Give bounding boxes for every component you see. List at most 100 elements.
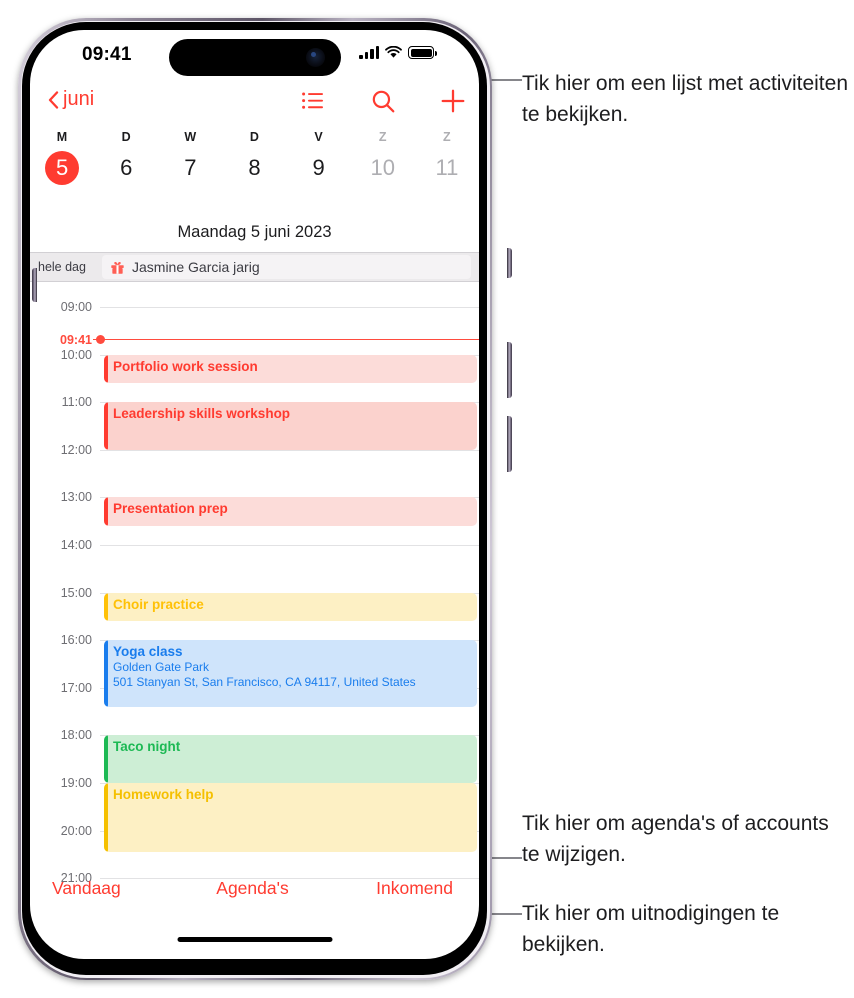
event-color-bar (104, 497, 108, 526)
event-title: Yoga class (113, 644, 183, 660)
cellular-bars-icon (359, 46, 379, 59)
event-color-bar (104, 354, 108, 384)
hour-label: 11:00 (61, 395, 92, 410)
all-day-row: hele dag Jasmine Garcia jarig (30, 252, 479, 282)
hour-label: 13:00 (60, 490, 92, 505)
navbar-actions (299, 87, 467, 115)
chevron-left-icon (48, 90, 59, 109)
week-day-cell-7[interactable]: W7 (158, 130, 222, 185)
screenshot-root: 09:41 juni M 5 D 6 W 7 D 8 V 9 Z 10 Z 11… (0, 0, 854, 998)
silent-switch[interactable] (32, 268, 37, 302)
phone-screen: 09:41 juni M 5 D 6 W 7 D 8 V 9 Z 10 Z 11… (30, 30, 479, 959)
hour-label: 15:00 (60, 585, 92, 600)
hour-label: 14:00 (60, 538, 92, 552)
event-color-bar (104, 783, 108, 853)
home-indicator[interactable] (177, 936, 332, 942)
list-view-icon[interactable] (299, 87, 327, 115)
current-time-line (100, 338, 479, 341)
volume-down-button[interactable] (507, 416, 512, 472)
calendar-event[interactable]: Homework help (104, 783, 477, 853)
week-day-letter: D (121, 130, 131, 144)
wifi-icon (385, 45, 402, 59)
week-day-letter: Z (442, 130, 451, 144)
current-time-tick (93, 338, 99, 341)
hour-label: 12:00 (60, 442, 92, 457)
event-color-bar (104, 735, 108, 783)
hour-label: 16:00 (60, 633, 92, 648)
event-title: Homework help (113, 787, 214, 802)
hour-label: 18:00 (60, 728, 92, 743)
week-day-cell-9[interactable]: V9 (287, 130, 351, 185)
calendar-event[interactable]: Presentation prep (104, 497, 477, 526)
hour-label: 20:00 (60, 823, 92, 838)
event-color-bar (104, 402, 108, 450)
week-day-cell-5[interactable]: M5 (30, 130, 94, 185)
week-strip-row: M 5 D 6 W 7 D 8 V 9 Z 10 Z 11 (30, 130, 479, 185)
all-day-event-title: Jasmine Garcia jarig (132, 259, 260, 275)
hour-label: 19:00 (60, 776, 92, 790)
week-strip: M 5 D 6 W 7 D 8 V 9 Z 10 Z 11 (30, 130, 479, 198)
callout-inbox: Tik hier om uitnodigingen te bekijken. (522, 902, 780, 956)
week-day-letter: M (56, 130, 68, 144)
front-camera-icon (306, 48, 325, 67)
week-day-number[interactable]: 6 (94, 151, 158, 185)
volume-up-button[interactable] (507, 342, 512, 398)
phone-frame: 09:41 juni M 5 D 6 W 7 D 8 V 9 Z 10 Z 11… (18, 18, 512, 980)
page-title: Maandag 5 juni 2023 (177, 223, 332, 241)
event-title: Portfolio work session (113, 358, 258, 374)
week-day-number-selected[interactable]: 5 (45, 151, 80, 185)
current-time-label: 09:41 (60, 332, 92, 347)
all-day-label: hele dag (38, 260, 86, 274)
back-button[interactable]: juni (48, 88, 94, 111)
hour-gridline (100, 545, 479, 546)
week-day-cell-10[interactable]: Z 10 (351, 130, 415, 185)
calendar-event[interactable]: Leadership skills workshop (104, 402, 477, 450)
event-address: 501 Stanyan St, San Francisco, CA 94117,… (113, 675, 416, 690)
power-button[interactable] (507, 248, 512, 278)
all-day-event[interactable]: Jasmine Garcia jarig (102, 255, 471, 279)
bottom-toolbar: Vandaag Agenda's Inkomend (30, 871, 479, 905)
week-day-cell-6[interactable]: D6 (94, 130, 158, 185)
week-day-number[interactable]: 8 (222, 151, 286, 185)
week-day-letter: Z (378, 130, 387, 144)
today-button[interactable]: Vandaag (30, 878, 186, 899)
search-icon[interactable] (369, 87, 397, 115)
status-bar-indicators (359, 45, 437, 59)
week-day-number[interactable]: 10 (351, 151, 415, 185)
inbox-button[interactable]: Inkomend (319, 878, 479, 899)
hour-label: 17:00 (60, 680, 92, 695)
event-title: Choir practice (113, 596, 204, 612)
week-day-letter: V (314, 130, 323, 144)
status-bar-time: 09:41 (82, 44, 132, 65)
calendars-button[interactable]: Agenda's (186, 878, 320, 899)
event-title: Taco night (113, 739, 181, 755)
hour-label: 09:00 (60, 300, 92, 314)
battery-icon (408, 46, 437, 59)
week-day-cell-8[interactable]: D8 (222, 130, 286, 185)
calendar-event[interactable]: Yoga class Golden Gate Park 501 Stanyan St… (104, 640, 477, 707)
calendar-event[interactable]: Taco night (104, 735, 477, 783)
callout-list-view: Tik hier om een lijst met activiteiten t… (522, 72, 849, 126)
callout-calendars: Tik hier om agenda's of accounts te wijz… (522, 812, 829, 866)
gift-icon (110, 260, 125, 275)
event-title: Presentation prep (113, 501, 228, 517)
calendar-event[interactable]: Choir practice (104, 592, 477, 622)
navigation-bar: juni (30, 82, 479, 128)
week-day-number[interactable]: 9 (287, 151, 351, 185)
back-button-label: juni (63, 88, 95, 110)
calendar-event[interactable]: Portfolio work session (104, 354, 477, 384)
week-day-cell-11[interactable]: Z 11 (415, 130, 479, 185)
hour-gridline (100, 307, 479, 308)
event-color-bar (104, 640, 108, 707)
week-day-number[interactable]: 7 (158, 151, 222, 185)
event-color-bar (104, 592, 108, 622)
plus-icon[interactable] (439, 87, 467, 115)
dynamic-island (169, 39, 341, 76)
event-title: Leadership skills workshop (113, 406, 291, 422)
hour-gridline (100, 449, 479, 451)
day-timeline[interactable]: 09:00 10:00 11:00 12:00 13:00 14:00 15:00 16:00… (30, 282, 479, 885)
event-location: Golden Gate Park (113, 660, 210, 675)
week-day-number[interactable]: 11 (415, 151, 479, 185)
status-bar: 09:41 (30, 30, 479, 82)
week-day-letter: W (184, 130, 197, 144)
